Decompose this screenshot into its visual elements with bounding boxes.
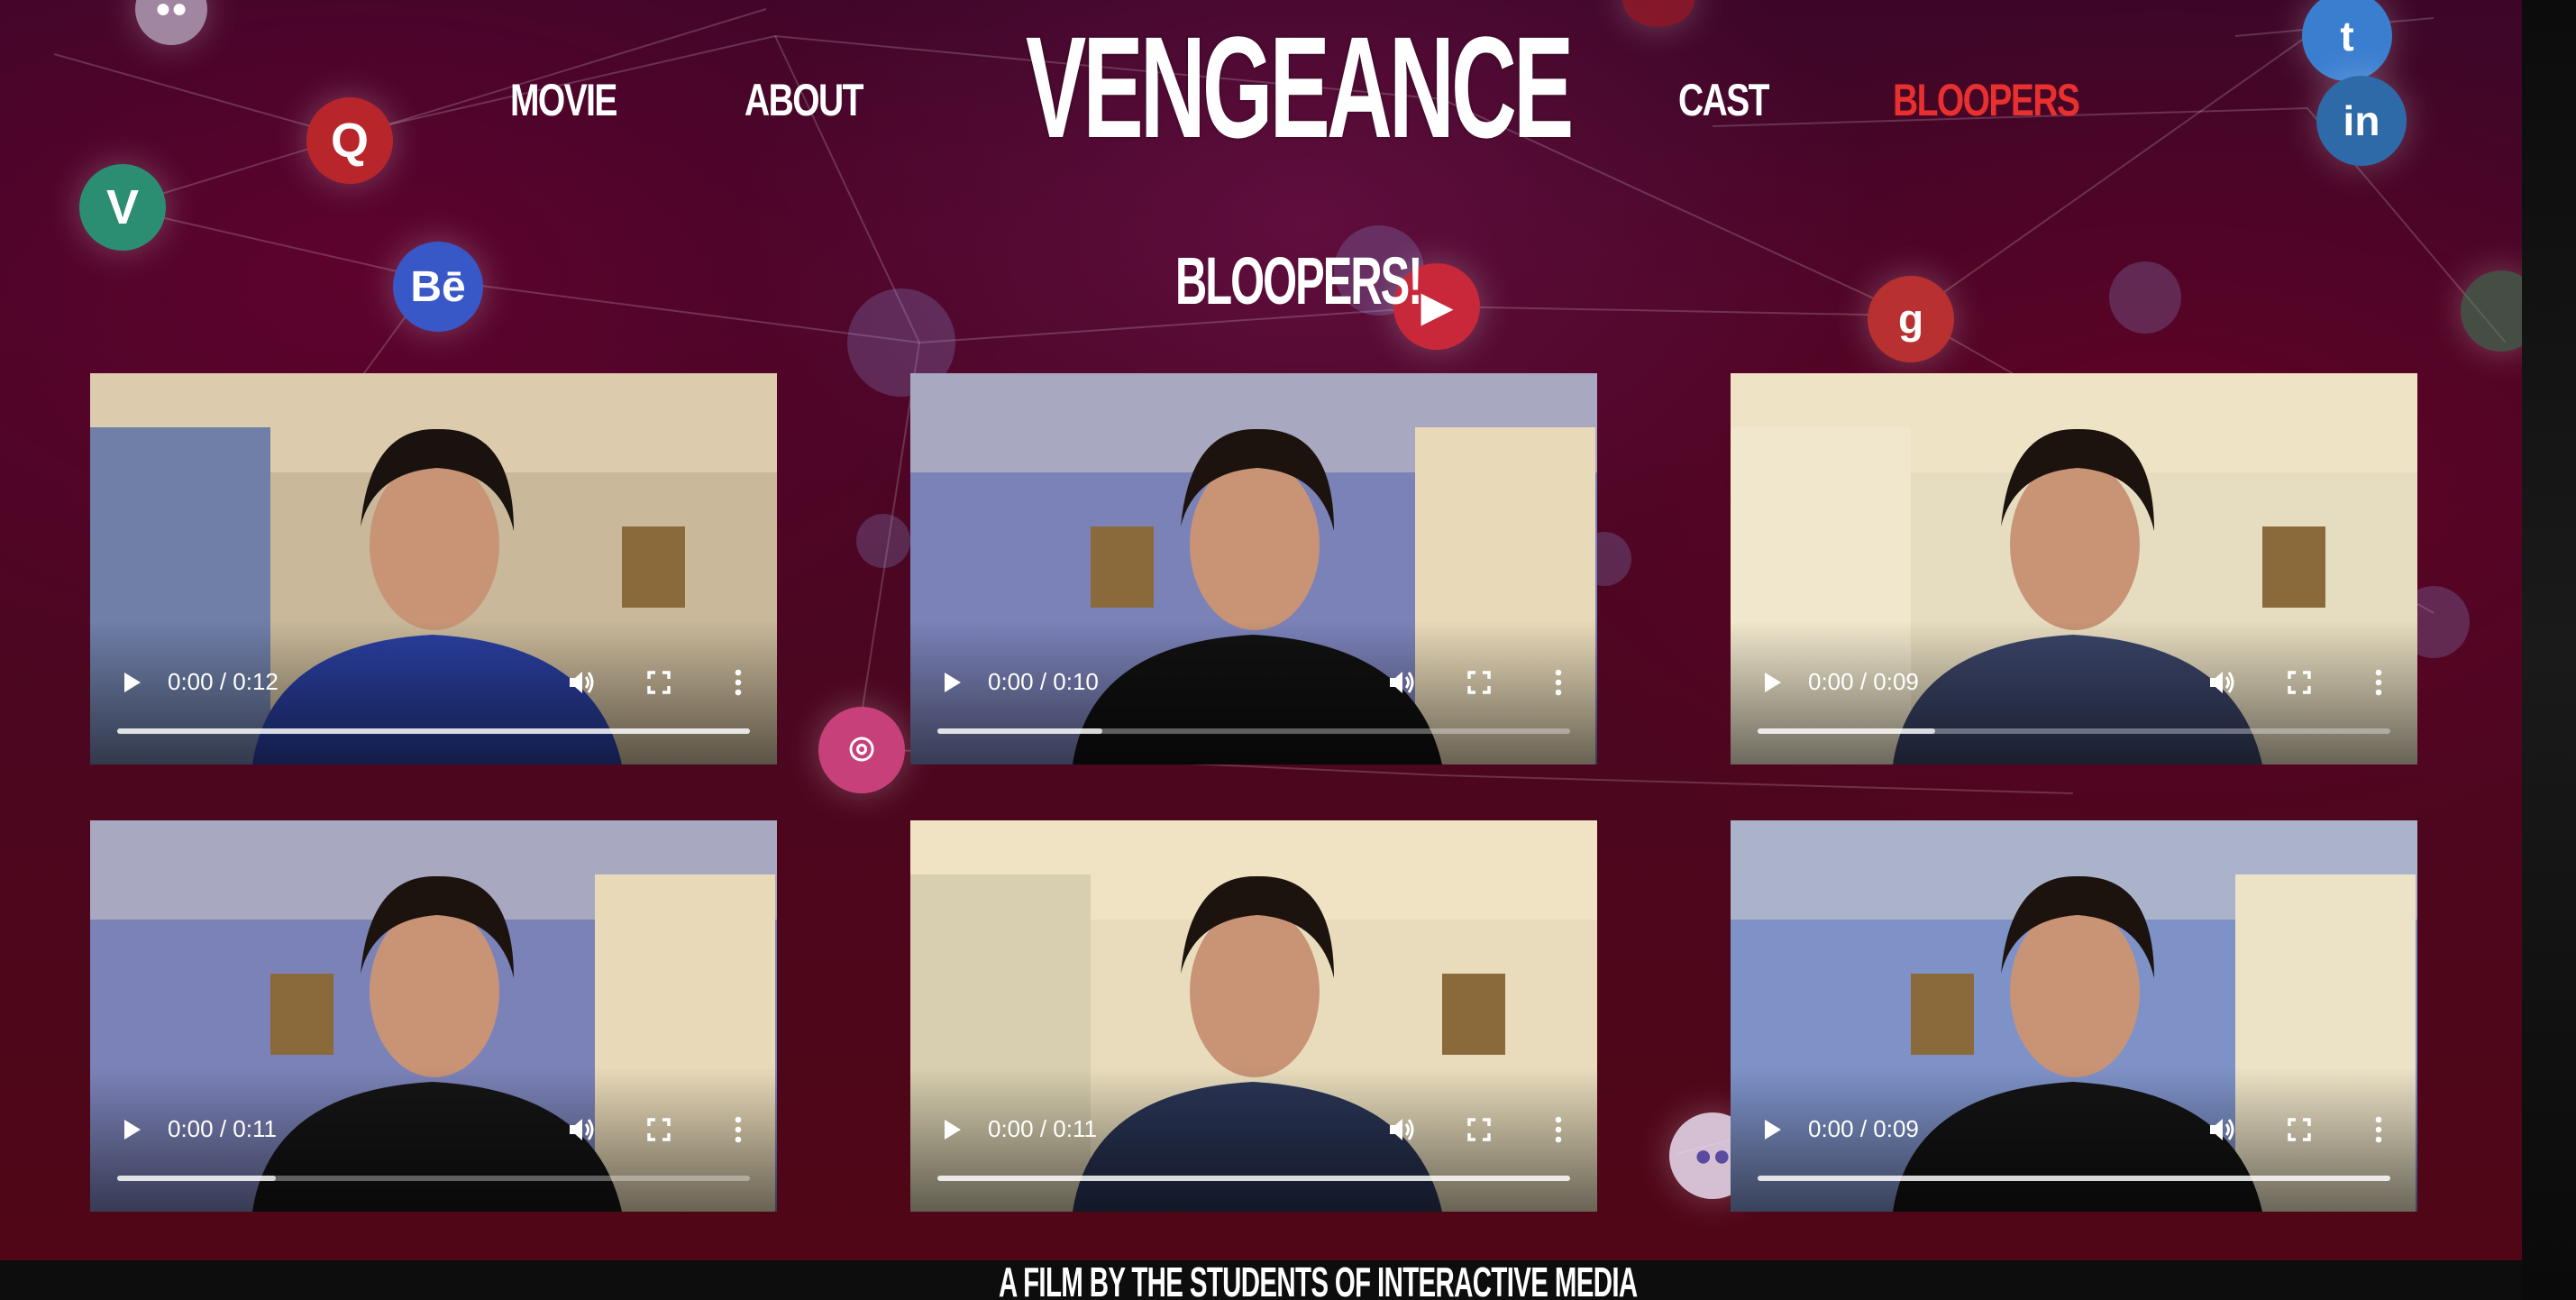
- video-progress-bar[interactable]: [117, 1176, 750, 1181]
- scene-face: [1190, 459, 1320, 630]
- play-icon[interactable]: [1758, 669, 1785, 696]
- site-logo[interactable]: VENGEANCE: [1026, 15, 1574, 160]
- volume-icon[interactable]: [2206, 1114, 2237, 1145]
- video-controls: 0:00 / 0:12: [90, 662, 777, 703]
- video-player-6[interactable]: 0:00 / 0:09: [1731, 820, 2417, 1212]
- video-player-5[interactable]: 0:00 / 0:11: [910, 820, 1597, 1212]
- video-progress-bar[interactable]: [937, 728, 1570, 734]
- fullscreen-icon[interactable]: [1466, 669, 1493, 696]
- fullscreen-icon[interactable]: [2286, 669, 2313, 696]
- time-display: 0:00 / 0:12: [168, 668, 279, 695]
- volume-icon[interactable]: [1386, 667, 1417, 698]
- volume-icon[interactable]: [1386, 1114, 1417, 1145]
- video-progress-bar[interactable]: [117, 728, 750, 734]
- video-controls: 0:00 / 0:11: [90, 1109, 777, 1150]
- scene-picture-frame: [1911, 974, 1974, 1055]
- page-background: ●● Q V Bē ⌾ ▶ g t in ●● MOVIE ABOUT VENG…: [0, 0, 2522, 1300]
- volume-icon[interactable]: [566, 1114, 597, 1145]
- video-controls: 0:00 / 0:09: [1731, 662, 2417, 703]
- progress-buffered: [1758, 1176, 2390, 1181]
- fullscreen-icon[interactable]: [645, 669, 672, 696]
- time-display: 0:00 / 0:10: [988, 668, 1099, 695]
- fullscreen-icon[interactable]: [2286, 1116, 2313, 1143]
- play-icon[interactable]: [937, 669, 964, 696]
- video-player-4[interactable]: 0:00 / 0:11: [90, 820, 777, 1212]
- play-icon[interactable]: [117, 669, 144, 696]
- nav-cast[interactable]: CAST: [1678, 74, 1769, 132]
- scene-face: [2010, 906, 2140, 1077]
- volume-icon[interactable]: [2206, 667, 2237, 698]
- video-progress-bar[interactable]: [1758, 728, 2390, 734]
- footer-credit: A FILM BY THE STUDENTS OF INTERACTIVE ME…: [999, 1259, 1638, 1300]
- scene-picture-frame: [622, 526, 685, 608]
- scene-face: [2010, 459, 2140, 630]
- scene-picture-frame: [2262, 526, 2325, 608]
- more-options-icon[interactable]: [2365, 667, 2392, 698]
- fullscreen-icon[interactable]: [645, 1116, 672, 1143]
- nav-about[interactable]: ABOUT: [744, 74, 863, 132]
- page-title: BLOOPERS!: [1175, 243, 1423, 318]
- scene-face: [1190, 906, 1320, 1077]
- progress-buffered: [937, 728, 1102, 734]
- play-icon[interactable]: [937, 1116, 964, 1143]
- video-player-2[interactable]: 0:00 / 0:10: [910, 373, 1597, 764]
- google-plus-icon: g: [1868, 276, 1954, 362]
- more-options-icon[interactable]: [725, 667, 752, 698]
- progress-buffered: [117, 1176, 276, 1181]
- video-player-1[interactable]: 0:00 / 0:12: [90, 373, 777, 764]
- dribbble-icon: ⌾: [818, 707, 905, 793]
- video-progress-bar[interactable]: [937, 1176, 1570, 1181]
- time-display: 0:00 / 0:09: [1808, 668, 1919, 695]
- more-options-icon[interactable]: [1545, 1114, 1572, 1145]
- video-controls: 0:00 / 0:11: [910, 1109, 1597, 1150]
- progress-buffered: [937, 1176, 1570, 1181]
- more-options-icon[interactable]: [2365, 1114, 2392, 1145]
- vine-icon: V: [79, 164, 166, 251]
- time-display: 0:00 / 0:09: [1808, 1115, 1919, 1142]
- nav-movie[interactable]: MOVIE: [510, 74, 617, 132]
- volume-icon[interactable]: [566, 667, 597, 698]
- scene-face: [370, 459, 499, 630]
- scene-picture-frame: [1442, 974, 1505, 1055]
- nav-bloopers[interactable]: BLOOPERS: [1893, 74, 2080, 132]
- video-player-3[interactable]: 0:00 / 0:09: [1731, 373, 2417, 764]
- scene-picture-frame: [1091, 526, 1154, 608]
- scene-picture-frame: [270, 974, 333, 1055]
- linkedin-icon: in: [2316, 76, 2407, 166]
- quora-icon: Q: [306, 97, 393, 184]
- time-display: 0:00 / 0:11: [988, 1115, 1097, 1142]
- video-controls: 0:00 / 0:09: [1731, 1109, 2417, 1150]
- progress-buffered: [117, 728, 750, 734]
- video-controls: 0:00 / 0:10: [910, 662, 1597, 703]
- play-icon[interactable]: [1758, 1116, 1785, 1143]
- video-progress-bar[interactable]: [1758, 1176, 2390, 1181]
- fullscreen-icon[interactable]: [1466, 1116, 1493, 1143]
- more-options-icon[interactable]: [1545, 667, 1572, 698]
- scene-face: [370, 906, 499, 1077]
- play-icon[interactable]: [117, 1116, 144, 1143]
- behance-icon: Bē: [393, 242, 483, 332]
- time-display: 0:00 / 0:11: [168, 1115, 277, 1142]
- more-options-icon[interactable]: [725, 1114, 752, 1145]
- scrollbar-region: [2522, 0, 2576, 1300]
- progress-buffered: [1758, 728, 1935, 734]
